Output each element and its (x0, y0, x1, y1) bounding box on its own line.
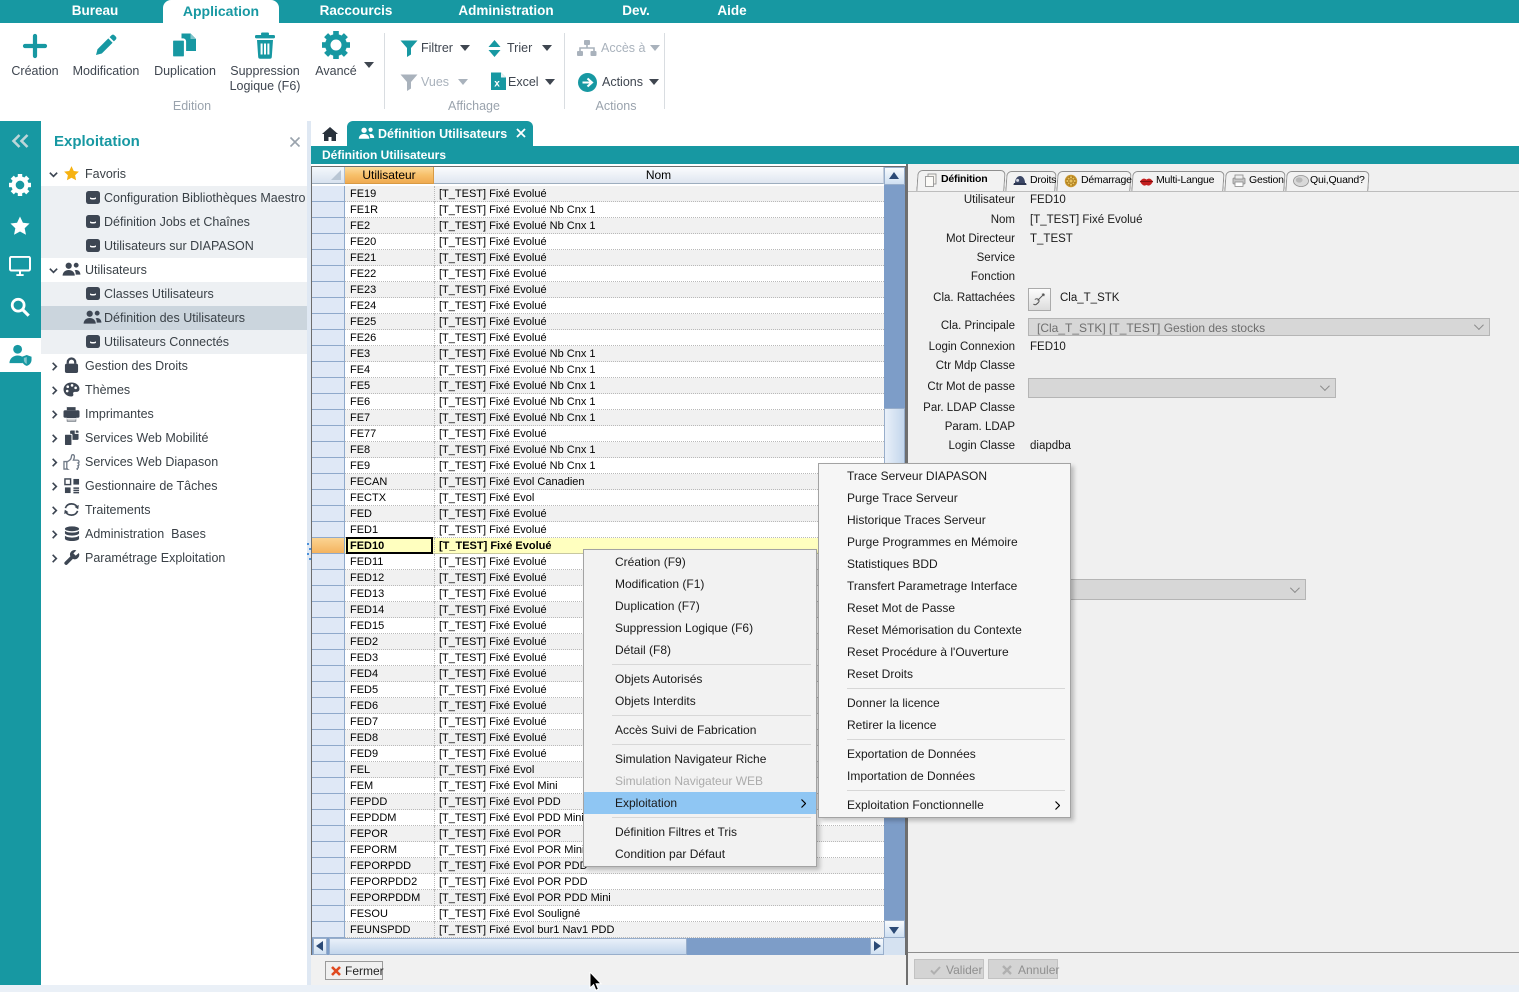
svg-text:x: x (494, 79, 500, 90)
